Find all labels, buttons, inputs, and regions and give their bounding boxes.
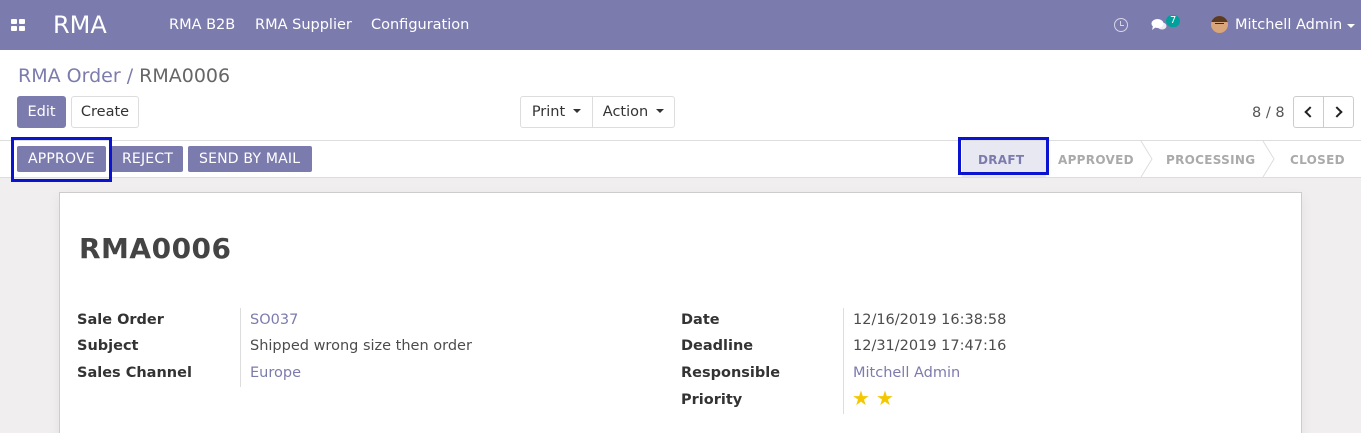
action-caret-icon [656,109,665,113]
reject-button[interactable]: REJECT [111,146,183,172]
stage-arrow-icon [1140,141,1153,177]
chevron-left-icon [1304,106,1316,118]
field-label-sales-channel: Sales Channel [77,365,192,381]
control-panel [0,50,1361,141]
breadcrumb-current: RMA0006 [139,65,231,87]
apps-menu-icon[interactable] [11,19,25,31]
print-label: Print [531,104,566,120]
field-divider [843,308,844,414]
approve-button[interactable]: APPROVE [17,146,106,172]
record-title: RMA0006 [79,232,232,265]
priority-star-icon[interactable]: ★ [876,388,894,408]
field-label-date: Date [681,312,720,328]
print-caret-icon [573,109,582,113]
field-label-priority: Priority [681,392,743,408]
user-avatar[interactable] [1211,16,1228,33]
field-label-sale-order: Sale Order [77,312,164,328]
menu-rma-supplier[interactable]: RMA Supplier [255,17,352,33]
user-menu-caret-icon[interactable] [1347,24,1355,28]
field-label-subject: Subject [77,338,139,354]
stage-closed[interactable]: CLOSED [1290,153,1345,167]
app-brand[interactable]: RMA [53,11,107,39]
pager-value[interactable]: 8 / 8 [1252,105,1285,121]
menu-rma-b2b[interactable]: RMA B2B [169,17,235,33]
stage-draft[interactable]: DRAFT [978,153,1024,167]
stage-processing[interactable]: PROCESSING [1166,153,1255,167]
menu-configuration[interactable]: Configuration [371,17,469,33]
responsible-link[interactable]: Mitchell Admin [853,365,960,381]
breadcrumb-separator: / [126,65,134,87]
print-dropdown[interactable]: Print [520,96,593,128]
sales-channel-link[interactable]: Europe [250,365,301,381]
field-divider [240,308,241,387]
sale-order-link[interactable]: SO037 [250,312,298,328]
subject-value: Shipped wrong size then order [250,338,472,354]
top-navbar: RMA RMA B2B RMA Supplier Configuration 7… [0,0,1361,50]
user-menu-name[interactable]: Mitchell Admin [1235,17,1342,33]
date-value: 12/16/2019 16:38:58 [853,312,1007,328]
pager-previous-button[interactable] [1293,96,1324,128]
chat-count-badge: 7 [1166,15,1181,27]
chat-icon[interactable] [1151,18,1167,32]
stage-arrow-icon [1262,141,1275,177]
create-button[interactable]: Create [71,96,139,128]
breadcrumb-parent-link[interactable]: RMA Order [18,65,121,87]
send-by-mail-button[interactable]: SEND BY MAIL [188,146,312,172]
stage-approved[interactable]: APPROVED [1058,153,1134,167]
activity-clock-icon[interactable] [1114,18,1128,32]
breadcrumb: RMA Order / RMA0006 [18,65,230,87]
pager-next-button[interactable] [1323,96,1354,128]
priority-star-icon[interactable]: ★ [852,388,870,408]
edit-button[interactable]: Edit [17,96,66,128]
deadline-value: 12/31/2019 17:47:16 [853,338,1007,354]
field-label-responsible: Responsible [681,365,781,381]
action-label: Action [602,104,649,120]
action-dropdown[interactable]: Action [592,96,675,128]
field-label-deadline: Deadline [681,338,754,354]
chevron-right-icon [1331,106,1343,118]
